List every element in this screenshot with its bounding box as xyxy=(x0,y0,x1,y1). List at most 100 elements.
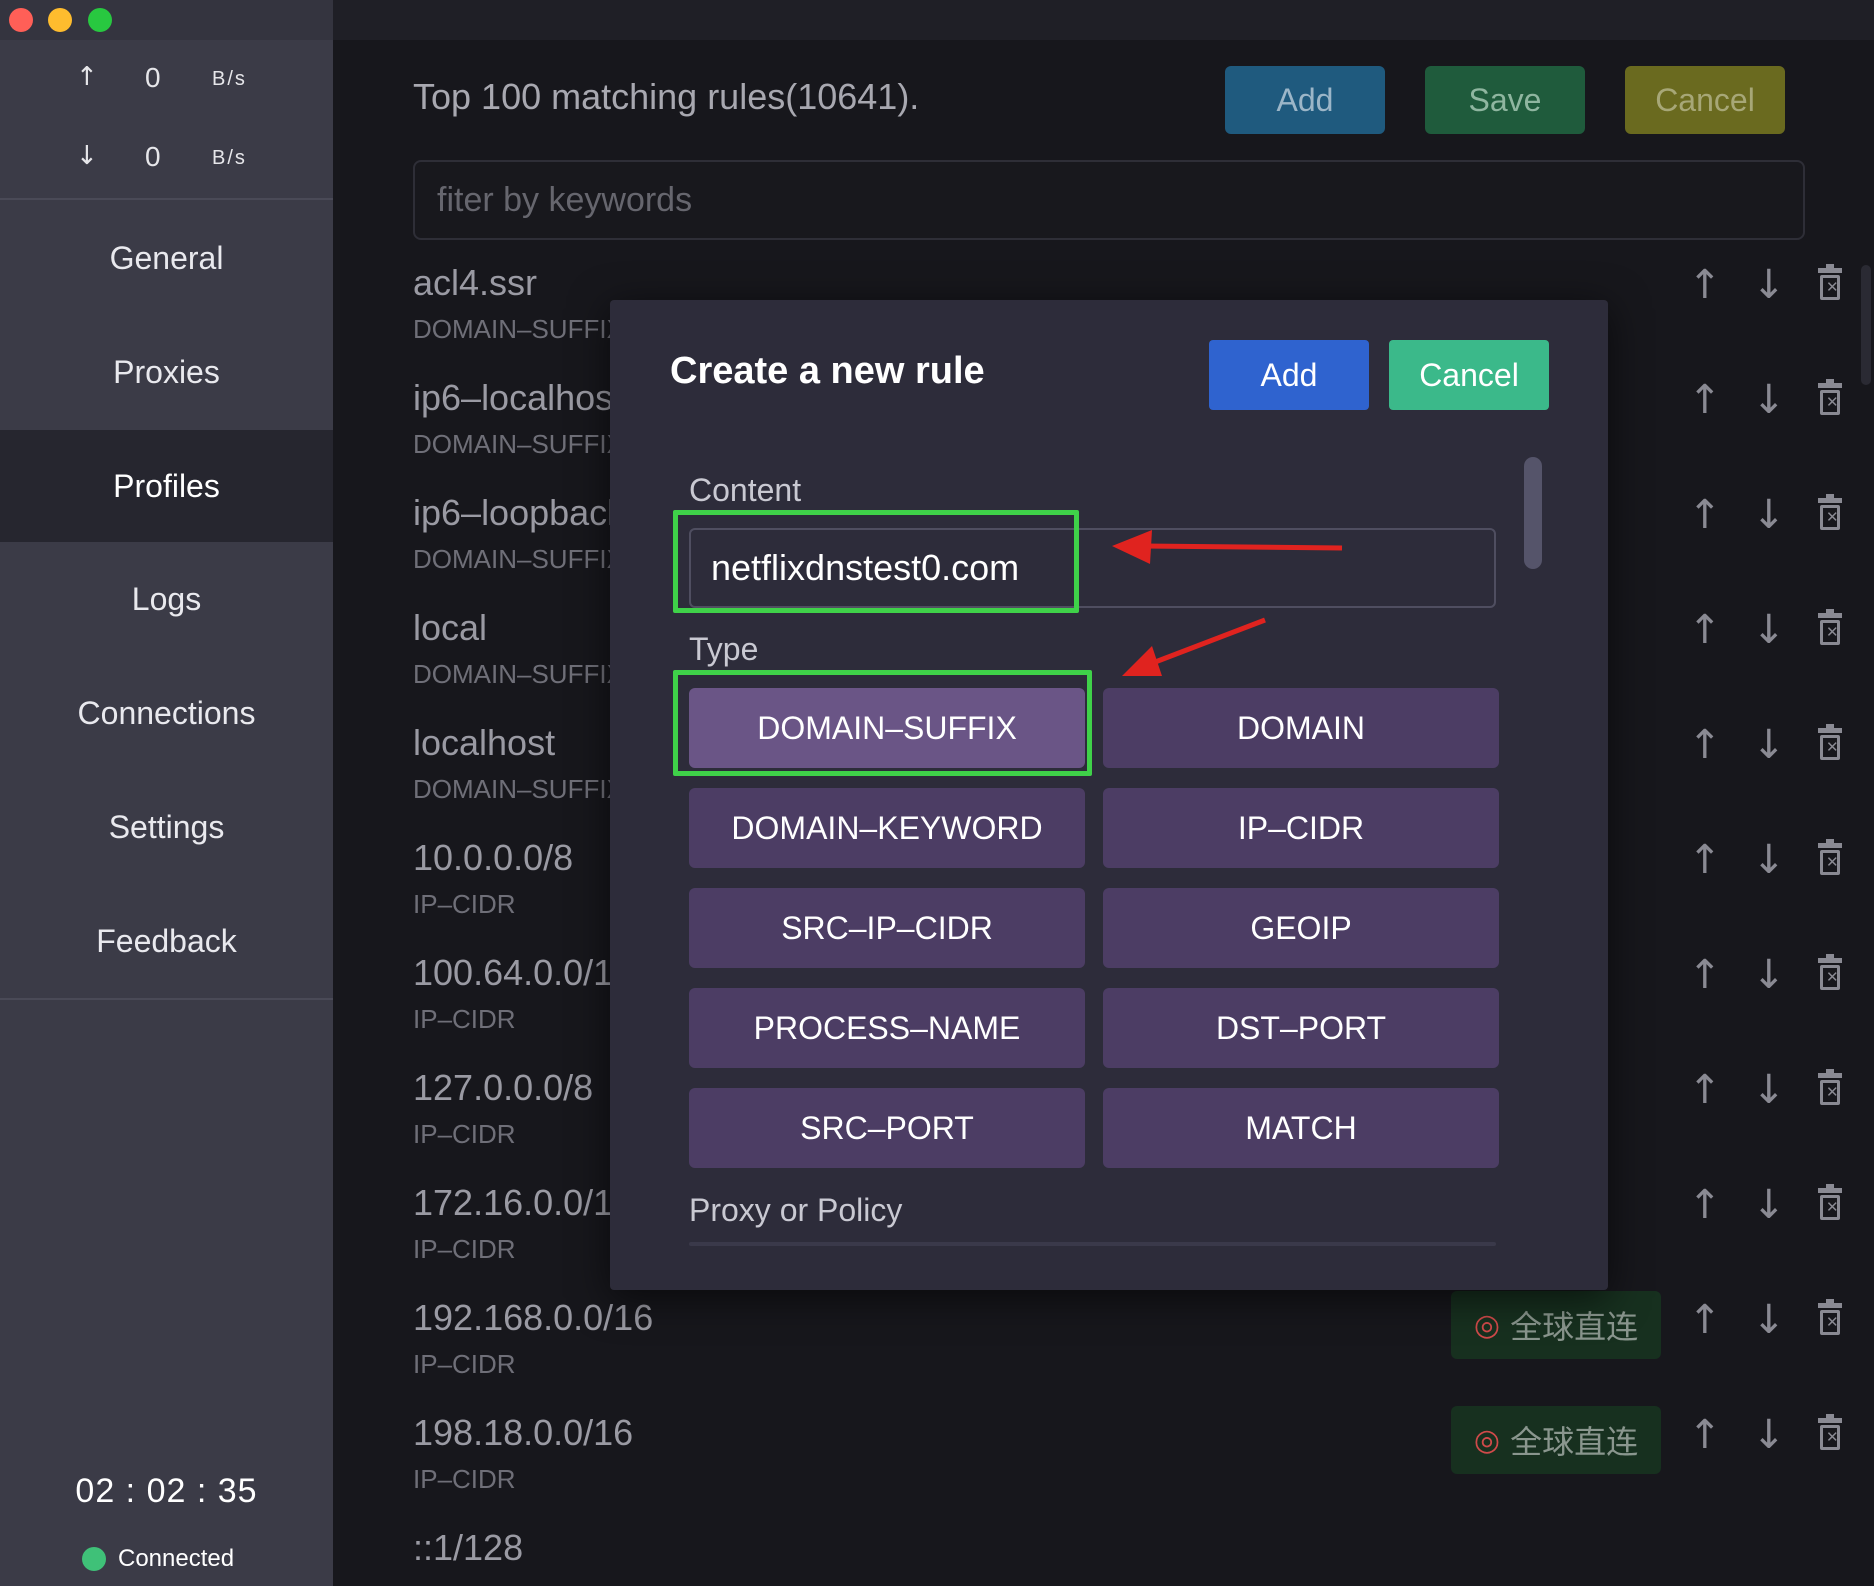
rule-type: IP–CIDR xyxy=(413,1119,516,1149)
move-down-icon[interactable]: ↓ xyxy=(1752,1182,1786,1228)
delete-icon[interactable]: ✕ xyxy=(1818,494,1842,530)
move-up-icon[interactable]: ↑ xyxy=(1688,1297,1722,1343)
rule-policy-badge[interactable]: ◎ 全球直连 xyxy=(1451,1406,1661,1474)
rule-type-option[interactable]: SRC–IP–CIDR xyxy=(689,888,1085,968)
delete-icon[interactable]: ✕ xyxy=(1818,1069,1842,1105)
sidebar-divider xyxy=(0,198,333,200)
rule-type-option[interactable]: PROCESS–NAME xyxy=(689,988,1085,1068)
content-label: Content xyxy=(689,472,802,508)
move-up-icon[interactable]: ↑ xyxy=(1688,1067,1722,1113)
dialog-scrollbar[interactable] xyxy=(1524,457,1542,569)
move-down-icon[interactable]: ↓ xyxy=(1752,607,1786,653)
target-icon: ◎ xyxy=(1473,1307,1501,1343)
move-down-icon[interactable]: ↓ xyxy=(1752,262,1786,308)
move-down-icon[interactable]: ↓ xyxy=(1752,722,1786,768)
move-up-icon[interactable]: ↑ xyxy=(1688,1412,1722,1458)
download-arrow-icon: ↓ xyxy=(76,141,98,171)
upload-speed: ↑ 0 B/s xyxy=(0,62,333,102)
sidebar-item-general[interactable]: General xyxy=(0,202,333,314)
policy-label: Proxy or Policy xyxy=(689,1192,903,1228)
rule-row[interactable]: 198.18.0.0/16 IP–CIDR ◎ 全球直连 ↑ ↓ ✕ xyxy=(413,1406,1842,1527)
rule-policy-badge[interactable]: ◎ 全球直连 xyxy=(1451,1291,1661,1359)
scrollbar[interactable] xyxy=(1861,265,1871,385)
rule-type: DOMAIN–SUFFIX xyxy=(413,544,624,574)
move-up-icon[interactable]: ↑ xyxy=(1688,607,1722,653)
rule-type-option[interactable]: DST–PORT xyxy=(1103,988,1499,1068)
dialog-cancel-button[interactable]: Cancel xyxy=(1389,340,1549,410)
delete-icon[interactable]: ✕ xyxy=(1818,379,1842,415)
cancel-button[interactable]: Cancel xyxy=(1625,66,1785,134)
connection-status-label: Connected xyxy=(118,1545,235,1572)
maximize-window-button[interactable] xyxy=(88,8,112,32)
move-down-icon[interactable]: ↓ xyxy=(1752,837,1786,883)
rule-type-option[interactable]: GEOIP xyxy=(1103,888,1499,968)
delete-icon[interactable]: ✕ xyxy=(1818,1184,1842,1220)
rule-type: IP–CIDR xyxy=(413,1234,516,1264)
upload-speed-unit: B/s xyxy=(212,68,247,90)
connection-status: Connected xyxy=(82,1545,234,1573)
move-up-icon[interactable]: ↑ xyxy=(1688,492,1722,538)
move-down-icon[interactable]: ↓ xyxy=(1752,492,1786,538)
sidebar-item-proxies[interactable]: Proxies xyxy=(0,316,333,428)
close-window-button[interactable] xyxy=(9,8,33,32)
sidebar-item-profiles[interactable]: Profiles xyxy=(0,430,333,542)
policy-select[interactable] xyxy=(689,1242,1496,1246)
sidebar-item-logs[interactable]: Logs xyxy=(0,543,333,655)
rule-row[interactable]: 192.168.0.0/16 IP–CIDR ◎ 全球直连 ↑ ↓ ✕ xyxy=(413,1291,1842,1412)
rule-name: 10.0.0.0/8 xyxy=(413,837,574,878)
minimize-window-button[interactable] xyxy=(48,8,72,32)
rule-name: ::1/128 xyxy=(413,1527,524,1568)
rule-type-option[interactable]: DOMAIN–KEYWORD xyxy=(689,788,1085,868)
sidebar-divider xyxy=(0,998,333,1000)
sidebar-item-feedback[interactable]: Feedback xyxy=(0,885,333,997)
rule-type: IP–CIDR xyxy=(413,1464,516,1494)
delete-icon[interactable]: ✕ xyxy=(1818,1414,1842,1450)
type-label: Type xyxy=(689,631,759,667)
delete-icon[interactable]: ✕ xyxy=(1818,724,1842,760)
rule-type-option[interactable]: DOMAIN–SUFFIX xyxy=(689,688,1085,768)
rule-type-option[interactable]: SRC–PORT xyxy=(689,1088,1085,1168)
move-down-icon[interactable]: ↓ xyxy=(1752,377,1786,423)
rule-name: 192.168.0.0/16 xyxy=(413,1297,654,1338)
rule-name: 100.64.0.0/10 xyxy=(413,952,634,993)
move-down-icon[interactable]: ↓ xyxy=(1752,1297,1786,1343)
rule-policy-label: 全球直连 xyxy=(1510,1308,1639,1346)
move-down-icon[interactable]: ↓ xyxy=(1752,1067,1786,1113)
target-icon: ◎ xyxy=(1473,1422,1501,1458)
rule-name: 172.16.0.0/12 xyxy=(413,1182,634,1223)
delete-icon[interactable]: ✕ xyxy=(1818,264,1842,300)
rule-name: local xyxy=(413,607,488,648)
rule-type: IP–CIDR xyxy=(413,889,516,919)
rule-name: 127.0.0.0/8 xyxy=(413,1067,594,1108)
rule-type: IP–CIDR xyxy=(413,1004,516,1034)
move-down-icon[interactable]: ↓ xyxy=(1752,952,1786,998)
page-title: Top 100 matching rules(10641). xyxy=(413,76,920,117)
create-rule-dialog: Create a new rule Add Cancel Content Typ… xyxy=(610,300,1608,1290)
move-up-icon[interactable]: ↑ xyxy=(1688,952,1722,998)
move-down-icon[interactable]: ↓ xyxy=(1752,1412,1786,1458)
uptime-clock: 02 : 02 : 35 xyxy=(75,1472,258,1510)
move-up-icon[interactable]: ↑ xyxy=(1688,1182,1722,1228)
rule-type-option[interactable]: IP–CIDR xyxy=(1103,788,1499,868)
rule-type-option[interactable]: DOMAIN xyxy=(1103,688,1499,768)
sidebar-item-connections[interactable]: Connections xyxy=(0,657,333,769)
delete-icon[interactable]: ✕ xyxy=(1818,839,1842,875)
delete-icon[interactable]: ✕ xyxy=(1818,609,1842,645)
add-rule-button[interactable]: Add xyxy=(1225,66,1385,134)
rule-type-option[interactable]: MATCH xyxy=(1103,1088,1499,1168)
filter-input[interactable] xyxy=(413,160,1805,240)
rule-row[interactable]: ::1/128 xyxy=(413,1527,1813,1586)
content-input[interactable] xyxy=(689,528,1496,608)
delete-icon[interactable]: ✕ xyxy=(1818,954,1842,990)
move-up-icon[interactable]: ↑ xyxy=(1688,722,1722,768)
upload-arrow-icon: ↑ xyxy=(76,62,98,92)
upload-speed-value: 0 xyxy=(145,62,161,93)
rule-name: ip6–loopback xyxy=(413,492,626,533)
sidebar-item-settings[interactable]: Settings xyxy=(0,771,333,883)
delete-icon[interactable]: ✕ xyxy=(1818,1299,1842,1335)
move-up-icon[interactable]: ↑ xyxy=(1688,262,1722,308)
save-button[interactable]: Save xyxy=(1425,66,1585,134)
dialog-add-button[interactable]: Add xyxy=(1209,340,1369,410)
move-up-icon[interactable]: ↑ xyxy=(1688,377,1722,423)
move-up-icon[interactable]: ↑ xyxy=(1688,837,1722,883)
